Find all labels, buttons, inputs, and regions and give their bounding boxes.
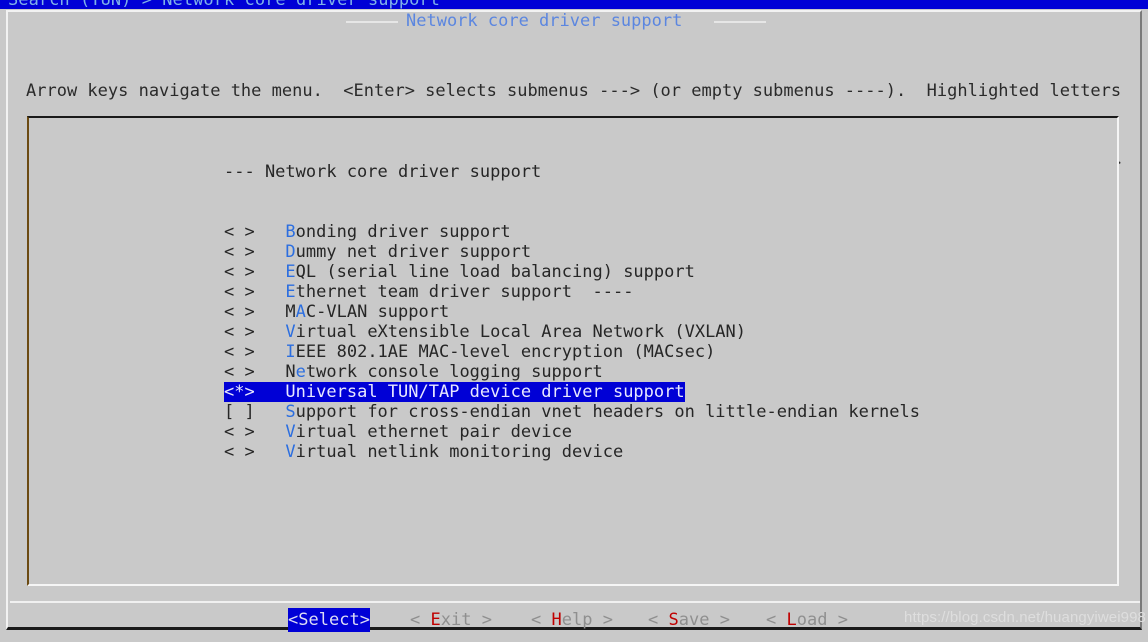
- menu-item-hotkey: D: [285, 242, 296, 262]
- menu-item-state: <*>: [224, 382, 286, 402]
- menu-item-label: irtual eXtensible Local Area Network (VX…: [295, 322, 747, 342]
- menu-item-label: onding driver support: [295, 222, 511, 242]
- help-button[interactable]: < Help >: [531, 608, 613, 632]
- menu-item[interactable]: [ ] Support for cross-endian vnet header…: [224, 402, 920, 422]
- menu-item[interactable]: < > Dummy net driver support: [224, 242, 531, 262]
- save-button-open: <: [648, 610, 669, 630]
- menu-list: --- Network core driver support < > Bond…: [224, 122, 920, 462]
- menu-item-label-pre: M: [285, 302, 296, 322]
- select-button-label: elect: [308, 610, 360, 630]
- menu-item-state: < >: [224, 302, 286, 322]
- menu-item-state: < >: [224, 262, 286, 282]
- select-button-open: <: [288, 610, 299, 630]
- menu-list-box: --- Network core driver support < > Bond…: [27, 116, 1119, 586]
- kernel-menuconfig-screen: Search (TUN) > Network core driver suppo…: [0, 0, 1148, 642]
- menu-item-label-pre: N: [285, 362, 296, 382]
- menu-item-label: QL (serial line load balancing) support: [295, 262, 695, 282]
- exit-button-close: >: [471, 610, 492, 630]
- menu-item-hotkey: B: [285, 222, 296, 242]
- breadcrumb: Search (TUN) > Network core driver suppo…: [8, 0, 440, 9]
- title-rule-right: [714, 21, 766, 23]
- menu-item-hotkey: V: [285, 422, 296, 442]
- menu-item-hotkey: V: [285, 442, 296, 462]
- load-button[interactable]: < Load >: [766, 608, 848, 632]
- select-button-close: >: [359, 610, 370, 630]
- menu-item-label: thernet team driver support ----: [295, 282, 634, 302]
- menu-item-state: [ ]: [224, 402, 286, 422]
- menu-item-state: < >: [224, 282, 286, 302]
- menu-item[interactable]: < > IEEE 802.1AE MAC-level encryption (M…: [224, 342, 715, 362]
- menu-item-hotkey: I: [285, 342, 296, 362]
- select-button-hotkey: S: [298, 610, 309, 630]
- menu-item[interactable]: < > Virtual eXtensible Local Area Networ…: [224, 322, 746, 342]
- save-button-hotkey: S: [668, 610, 679, 630]
- help-button-close: >: [592, 610, 613, 630]
- menu-item-hotkey: e: [295, 362, 306, 382]
- menu-item-hotkey: S: [285, 402, 296, 422]
- dialog-frame: Network core driver support Arrow keys n…: [6, 10, 1142, 632]
- help-button-hotkey: H: [551, 610, 562, 630]
- menu-item-state: < >: [224, 222, 286, 242]
- load-button-hotkey: L: [786, 610, 797, 630]
- menu-item[interactable]: < > Network console logging support: [224, 362, 603, 382]
- menu-item-label: EEE 802.1AE MAC-level encryption (MACsec…: [295, 342, 716, 362]
- menu-item[interactable]: < > Virtual netlink monitoring device: [224, 442, 623, 462]
- exit-button-hotkey: E: [430, 610, 441, 630]
- menu-item[interactable]: < > Bonding driver support: [224, 222, 511, 242]
- load-button-close: >: [827, 610, 848, 630]
- exit-button[interactable]: < Exit >: [410, 608, 492, 632]
- menu-item-hotkey: E: [285, 282, 296, 302]
- menu-item-label: niversal TUN/TAP device driver support: [295, 382, 685, 402]
- help-line-1: Arrow keys navigate the menu. <Enter> se…: [26, 81, 1122, 101]
- exit-button-label: xit: [440, 610, 472, 630]
- breadcrumb-strip: Search (TUN) > Network core driver suppo…: [0, 0, 1148, 9]
- menu-item-label: C-VLAN support: [305, 302, 450, 322]
- menu-item-hotkey: V: [285, 322, 296, 342]
- menu-section-heading: --- Network core driver support: [224, 162, 542, 182]
- title-rule-left: [346, 21, 398, 23]
- menu-item-state: < >: [224, 322, 286, 342]
- save-button[interactable]: < Save >: [648, 608, 730, 632]
- menu-item-label: irtual ethernet pair device: [295, 422, 573, 442]
- dialog-title-row: Network core driver support: [8, 12, 1140, 32]
- save-button-close: >: [709, 610, 730, 630]
- menu-item[interactable]: < > Ethernet team driver support ----: [224, 282, 633, 302]
- menu-item-label: irtual netlink monitoring device: [295, 442, 624, 462]
- menu-item-label: twork console logging support: [305, 362, 603, 382]
- exit-button-open: <: [410, 610, 431, 630]
- menu-item[interactable]: <*> Universal TUN/TAP device driver supp…: [224, 382, 685, 402]
- page-title: Network core driver support: [406, 12, 683, 31]
- menu-item-state: < >: [224, 342, 286, 362]
- menu-item-label: ummy net driver support: [295, 242, 532, 262]
- menu-item-state: < >: [224, 242, 286, 262]
- help-button-open: <: [531, 610, 552, 630]
- menu-item[interactable]: < > MAC-VLAN support: [224, 302, 449, 322]
- load-button-label: oad: [796, 610, 828, 630]
- menu-item-state: < >: [224, 442, 286, 462]
- button-bar-separator: [10, 601, 1140, 603]
- menu-item-state: < >: [224, 422, 286, 442]
- watermark: https://blog.csdn.net/huangyiwei998: [904, 609, 1146, 626]
- menu-item-hotkey: U: [285, 382, 296, 402]
- menu-item-hotkey: E: [285, 262, 296, 282]
- save-button-label: ave: [678, 610, 710, 630]
- menu-item-state: < >: [224, 362, 286, 382]
- select-button[interactable]: <Select>: [288, 608, 370, 632]
- load-button-open: <: [766, 610, 787, 630]
- menu-item-hotkey: A: [295, 302, 306, 322]
- menu-item[interactable]: < > EQL (serial line load balancing) sup…: [224, 262, 695, 282]
- menu-item-label: upport for cross-endian vnet headers on …: [295, 402, 920, 422]
- help-button-label: elp: [561, 610, 593, 630]
- menu-item[interactable]: < > Virtual ethernet pair device: [224, 422, 572, 442]
